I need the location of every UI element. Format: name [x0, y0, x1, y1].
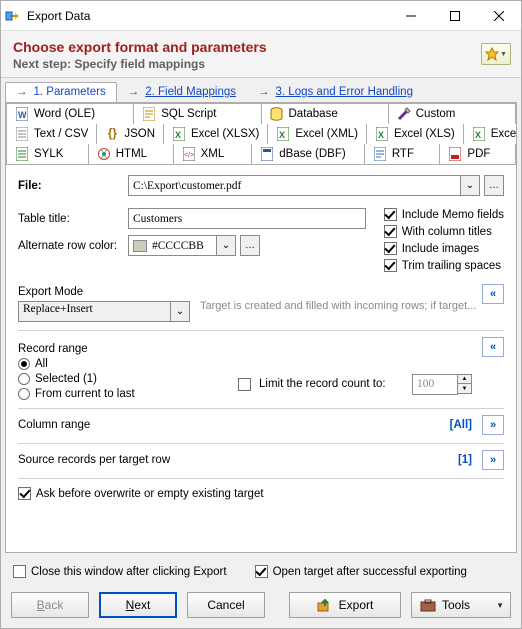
svg-text:</>: </> — [184, 152, 194, 159]
alt-color-dropdown[interactable]: ⌄ — [216, 235, 236, 256]
check-trim[interactable] — [384, 259, 397, 272]
footer-options: Close this window after clicking Export … — [1, 557, 521, 586]
tools-icon — [420, 598, 436, 612]
fmt-xlsx[interactable]: XExcel (XLSX) — [164, 124, 268, 144]
src-per-row-expand[interactable]: » — [482, 450, 504, 470]
file-browse-button[interactable]: … — [484, 175, 504, 196]
export-mode-label: Export Mode — [18, 286, 190, 298]
svg-text:X: X — [475, 130, 481, 140]
export-mode-hint: Target is created and filled with incomi… — [190, 280, 482, 312]
export-icon — [317, 598, 333, 612]
limit-input[interactable] — [412, 374, 458, 395]
wizard-tab-parameters[interactable]: →1. Parameters — [5, 82, 117, 102]
limit-down[interactable]: ▼ — [458, 384, 472, 394]
alt-color-more-button[interactable]: … — [240, 235, 260, 256]
radio-all[interactable] — [18, 358, 30, 370]
record-range-collapse[interactable]: « — [482, 337, 504, 357]
svg-text:W: W — [18, 110, 27, 120]
wizard-pane: WWord (OLE) SQL Script Database Custom T… — [5, 102, 517, 553]
fmt-html[interactable]: HTML — [89, 144, 174, 164]
check-ask-overwrite[interactable] — [18, 487, 31, 500]
next-button[interactable]: Next — [99, 592, 177, 618]
file-label: File: — [18, 180, 128, 192]
wizard-tab-logs[interactable]: →3. Logs and Error Handling — [247, 82, 424, 102]
tools-dropdown-icon: ▼ — [496, 601, 504, 610]
column-range-value: [All] — [450, 419, 472, 431]
table-title-label: Table title: — [18, 213, 128, 225]
window-title: Export Data — [25, 9, 389, 23]
button-bar: Back Next Cancel Export Tools ▼ — [1, 586, 521, 628]
fmt-excel-xml[interactable]: XExcel (XML) — [268, 124, 367, 144]
table-title-input[interactable] — [128, 208, 366, 229]
fmt-database[interactable]: Database — [262, 103, 389, 124]
export-mode-collapse[interactable]: « — [482, 284, 504, 304]
fmt-pdf[interactable]: PDF — [440, 144, 516, 164]
app-icon — [1, 8, 25, 24]
favorite-button[interactable]: ▼ — [481, 43, 511, 65]
export-window: Export Data Choose export format and par… — [0, 0, 522, 629]
src-per-row-label: Source records per target row — [18, 454, 170, 466]
alt-color-swatch — [133, 240, 147, 252]
fmt-excel-ole[interactable]: XExcel (OLE) — [464, 124, 517, 144]
limit-label: Limit the record count to: — [259, 378, 386, 390]
column-range-expand[interactable]: » — [482, 415, 504, 435]
fmt-dbf[interactable]: dBase (DBF) — [252, 144, 365, 164]
export-mode-dropdown[interactable]: ⌄ — [170, 301, 190, 322]
export-mode-value[interactable]: Replace+Insert — [18, 301, 170, 322]
alt-color-value: #CCCCBB — [152, 240, 204, 252]
wizard-tab-field-mappings[interactable]: →2. Field Mappings — [117, 82, 247, 102]
fmt-word-ole[interactable]: WWord (OLE) — [6, 103, 134, 124]
check-limit[interactable] — [238, 378, 251, 391]
fmt-xls[interactable]: XExcel (XLS) — [367, 124, 464, 144]
minimize-button[interactable] — [389, 1, 433, 31]
cancel-button[interactable]: Cancel — [187, 592, 265, 618]
fmt-xml[interactable]: </>XML — [174, 144, 253, 164]
fmt-json[interactable]: {}JSON — [97, 124, 164, 144]
form-panel: File: ⌄ … Table title: Alternate row col… — [6, 165, 516, 552]
header: Choose export format and parameters Next… — [1, 31, 521, 78]
back-button[interactable]: Back — [11, 592, 89, 618]
tools-button[interactable]: Tools ▼ — [411, 592, 511, 618]
close-button[interactable] — [477, 1, 521, 31]
check-column-titles[interactable] — [384, 225, 397, 238]
file-dropdown[interactable]: ⌄ — [460, 175, 480, 196]
header-title: Choose export format and parameters — [13, 39, 511, 55]
radio-from-current[interactable] — [18, 388, 30, 400]
export-button[interactable]: Export — [289, 592, 401, 618]
fmt-sql[interactable]: SQL Script — [134, 103, 261, 124]
titlebar: Export Data — [1, 1, 521, 31]
radio-selected[interactable] — [18, 373, 30, 385]
check-open-after[interactable] — [255, 565, 268, 578]
file-input[interactable] — [128, 175, 460, 196]
fmt-rtf[interactable]: RTF — [365, 144, 441, 164]
ask-overwrite-label: Ask before overwrite or empty existing t… — [36, 488, 264, 500]
wizard-tabs: →1. Parameters →2. Field Mappings →3. Lo… — [1, 78, 521, 102]
fmt-text-csv[interactable]: Text / CSV — [6, 124, 97, 144]
check-memo[interactable] — [384, 208, 397, 221]
limit-up[interactable]: ▲ — [458, 374, 472, 384]
src-per-row-value: [1] — [458, 454, 472, 466]
check-images[interactable] — [384, 242, 397, 255]
format-tabs: WWord (OLE) SQL Script Database Custom T… — [6, 103, 516, 165]
svg-text:X: X — [175, 130, 181, 140]
svg-text:X: X — [378, 130, 384, 140]
record-range-label: Record range — [18, 343, 504, 355]
fmt-custom[interactable]: Custom — [389, 103, 516, 124]
check-close-after[interactable] — [13, 565, 26, 578]
fmt-sylk[interactable]: SYLK — [6, 144, 89, 164]
alt-color-label: Alternate row color: — [18, 240, 128, 252]
maximize-button[interactable] — [433, 1, 477, 31]
svg-text:X: X — [279, 130, 285, 140]
header-subtitle: Next step: Specify field mappings — [13, 57, 511, 71]
column-range-label: Column range — [18, 419, 90, 431]
